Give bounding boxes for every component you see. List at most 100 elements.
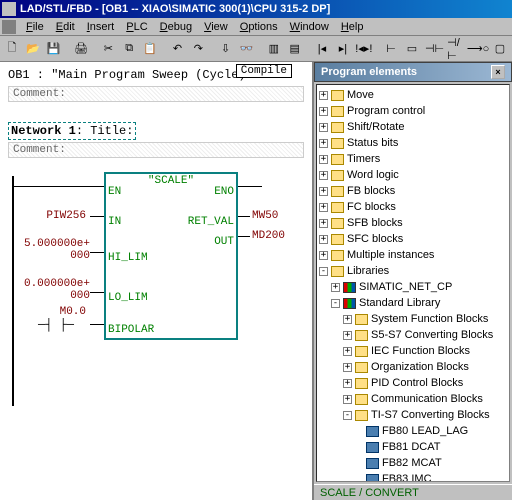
tree-item[interactable]: + Multiple instances (319, 247, 507, 263)
label-lolim-1[interactable]: 0.000000e+ (12, 278, 90, 290)
expander-icon[interactable]: + (319, 155, 328, 164)
monitor-button[interactable]: 👓 (237, 38, 257, 60)
menu-help[interactable]: Help (335, 21, 370, 33)
menu-plc[interactable]: PLC (120, 21, 153, 33)
tree-item[interactable]: +FC blocks (319, 199, 507, 215)
tree-item-stdlib-sub[interactable]: +System Function Blocks (319, 311, 507, 327)
tree-label: Multiple instances (347, 249, 434, 261)
window-titlebar: LAD/STL/FBD - [OB1 -- XIAO\SIMATIC 300(1… (0, 0, 512, 18)
expander-icon[interactable]: + (319, 203, 328, 212)
expander-icon[interactable]: + (319, 219, 328, 228)
label-bipolar[interactable]: M0.0 (30, 306, 86, 318)
expander-icon[interactable]: + (343, 331, 352, 340)
expander-icon[interactable]: + (319, 107, 328, 116)
expander-icon[interactable]: - (343, 411, 352, 420)
tree-label: FB blocks (347, 185, 395, 197)
tree-item-stdlib-sub[interactable]: +IEC Function Blocks (319, 343, 507, 359)
new-button[interactable]: 🗋 (2, 38, 22, 60)
label-retval[interactable]: MW50 (252, 210, 278, 222)
label-in[interactable]: PIW256 (30, 210, 86, 222)
redo-button[interactable]: ↷ (188, 38, 208, 60)
status-bar: SCALE / CONVERT (314, 484, 512, 500)
expander-icon[interactable]: + (319, 139, 328, 148)
open-button[interactable]: 📂 (23, 38, 43, 60)
tree-item-block[interactable]: FB82 MCAT (319, 455, 507, 471)
goto-start-button[interactable]: |◂ (312, 38, 332, 60)
tree-item[interactable]: +SFB blocks (319, 215, 507, 231)
elements-tree[interactable]: +Move+Program control+Shift/Rotate+Statu… (316, 84, 510, 482)
contact-no-button[interactable]: ⊣⊢ (424, 38, 445, 60)
elements-button[interactable]: ▥ (264, 38, 284, 60)
tree-item-stdlib-sub[interactable]: + Organization Blocks (319, 359, 507, 375)
paste-button[interactable]: 📋 (140, 38, 160, 60)
network-comment[interactable]: Comment: (8, 142, 304, 158)
search-button[interactable]: !◂▸! (354, 38, 374, 60)
tree-item-lib[interactable]: +SIMATIC_NET_CP (319, 279, 507, 295)
tree-item-block[interactable]: FB83 IMC (319, 471, 507, 482)
tree-item[interactable]: +Move (319, 87, 507, 103)
pin-en: EN (108, 186, 121, 198)
scale-block[interactable]: "SCALE" EN IN HI_LIM LO_LIM BIPOLAR ENO … (104, 172, 238, 340)
expander-icon[interactable]: + (331, 283, 340, 292)
menu-debug[interactable]: Debug (154, 21, 198, 33)
tree-item-block[interactable]: FB81 DCAT (319, 439, 507, 455)
tree-item[interactable]: +Shift/Rotate (319, 119, 507, 135)
tree-item-stdlib-sub[interactable]: +Communication Blocks (319, 391, 507, 407)
tree-item-stdlib-sub[interactable]: -TI-S7 Converting Blocks (319, 407, 507, 423)
close-icon[interactable]: × (491, 65, 505, 79)
expander-icon[interactable]: + (319, 235, 328, 244)
expander-icon[interactable]: + (319, 91, 328, 100)
expander-icon[interactable]: + (343, 347, 352, 356)
menu-edit[interactable]: Edit (50, 21, 81, 33)
menu-options[interactable]: Options (234, 21, 284, 33)
tree-item[interactable]: +SFC blocks (319, 231, 507, 247)
tree-item[interactable]: +Word logic (319, 167, 507, 183)
structure-button[interactable]: ▤ (285, 38, 305, 60)
print-button[interactable]: 🖨 (71, 38, 91, 60)
fbd-canvas[interactable]: "SCALE" EN IN HI_LIM LO_LIM BIPOLAR ENO … (8, 166, 304, 406)
network-header[interactable]: Network 1: Title: (8, 122, 136, 140)
contact-nc-button[interactable]: ⊣/⊢ (446, 38, 466, 60)
box-button[interactable]: ▢ (490, 38, 510, 60)
expander-icon[interactable]: + (343, 395, 352, 404)
tree-item-stdlib-sub[interactable]: +PID Control Blocks (319, 375, 507, 391)
expander-icon[interactable]: + (319, 171, 328, 180)
coil-button[interactable]: ⟶○ (467, 38, 489, 60)
fbd-button[interactable]: ▭ (402, 38, 422, 60)
contact-symbol[interactable]: ─┤ ├─ (38, 318, 74, 332)
cut-button[interactable]: ✂ (98, 38, 118, 60)
tree-item-stdlib[interactable]: -Standard Library (319, 295, 507, 311)
tree-item-block[interactable]: FB80 LEAD_LAG (319, 423, 507, 439)
expander-icon[interactable]: + (343, 363, 352, 372)
goto-end-button[interactable]: ▸| (333, 38, 353, 60)
tree-item[interactable]: +Program control (319, 103, 507, 119)
ob-comment[interactable]: Comment: (8, 86, 304, 102)
menu-view[interactable]: View (198, 21, 234, 33)
menu-window[interactable]: Window (284, 21, 335, 33)
label-hilim-1[interactable]: 5.000000e+ (12, 238, 90, 250)
tree-item[interactable]: + FB blocks (319, 183, 507, 199)
expander-icon[interactable]: + (319, 187, 328, 196)
menu-file[interactable]: File (20, 21, 50, 33)
lad-button[interactable]: ⊢ (381, 38, 401, 60)
doc-icon[interactable] (2, 20, 16, 34)
expander-icon[interactable]: - (331, 299, 340, 308)
tree-item-stdlib-sub[interactable]: +S5-S7 Converting Blocks (319, 327, 507, 343)
save-button[interactable]: 💾 (44, 38, 64, 60)
expander-icon[interactable]: + (319, 123, 328, 132)
tree-item-libraries[interactable]: -Libraries (319, 263, 507, 279)
tree-label: Organization Blocks (371, 361, 469, 373)
undo-button[interactable]: ↶ (167, 38, 187, 60)
expander-icon[interactable]: + (343, 315, 352, 324)
tree-item[interactable]: +Timers (319, 151, 507, 167)
expander-icon[interactable]: + (319, 251, 328, 260)
label-out[interactable]: MD200 (252, 230, 285, 242)
wire (90, 292, 104, 293)
menu-insert[interactable]: Insert (81, 21, 121, 33)
expander-icon[interactable]: - (319, 267, 328, 276)
download-button[interactable]: ⇩ (216, 38, 236, 60)
compile-button[interactable]: Compile (236, 64, 292, 78)
expander-icon[interactable]: + (343, 379, 352, 388)
copy-button[interactable]: ⧉ (119, 38, 139, 60)
tree-item[interactable]: +Status bits (319, 135, 507, 151)
